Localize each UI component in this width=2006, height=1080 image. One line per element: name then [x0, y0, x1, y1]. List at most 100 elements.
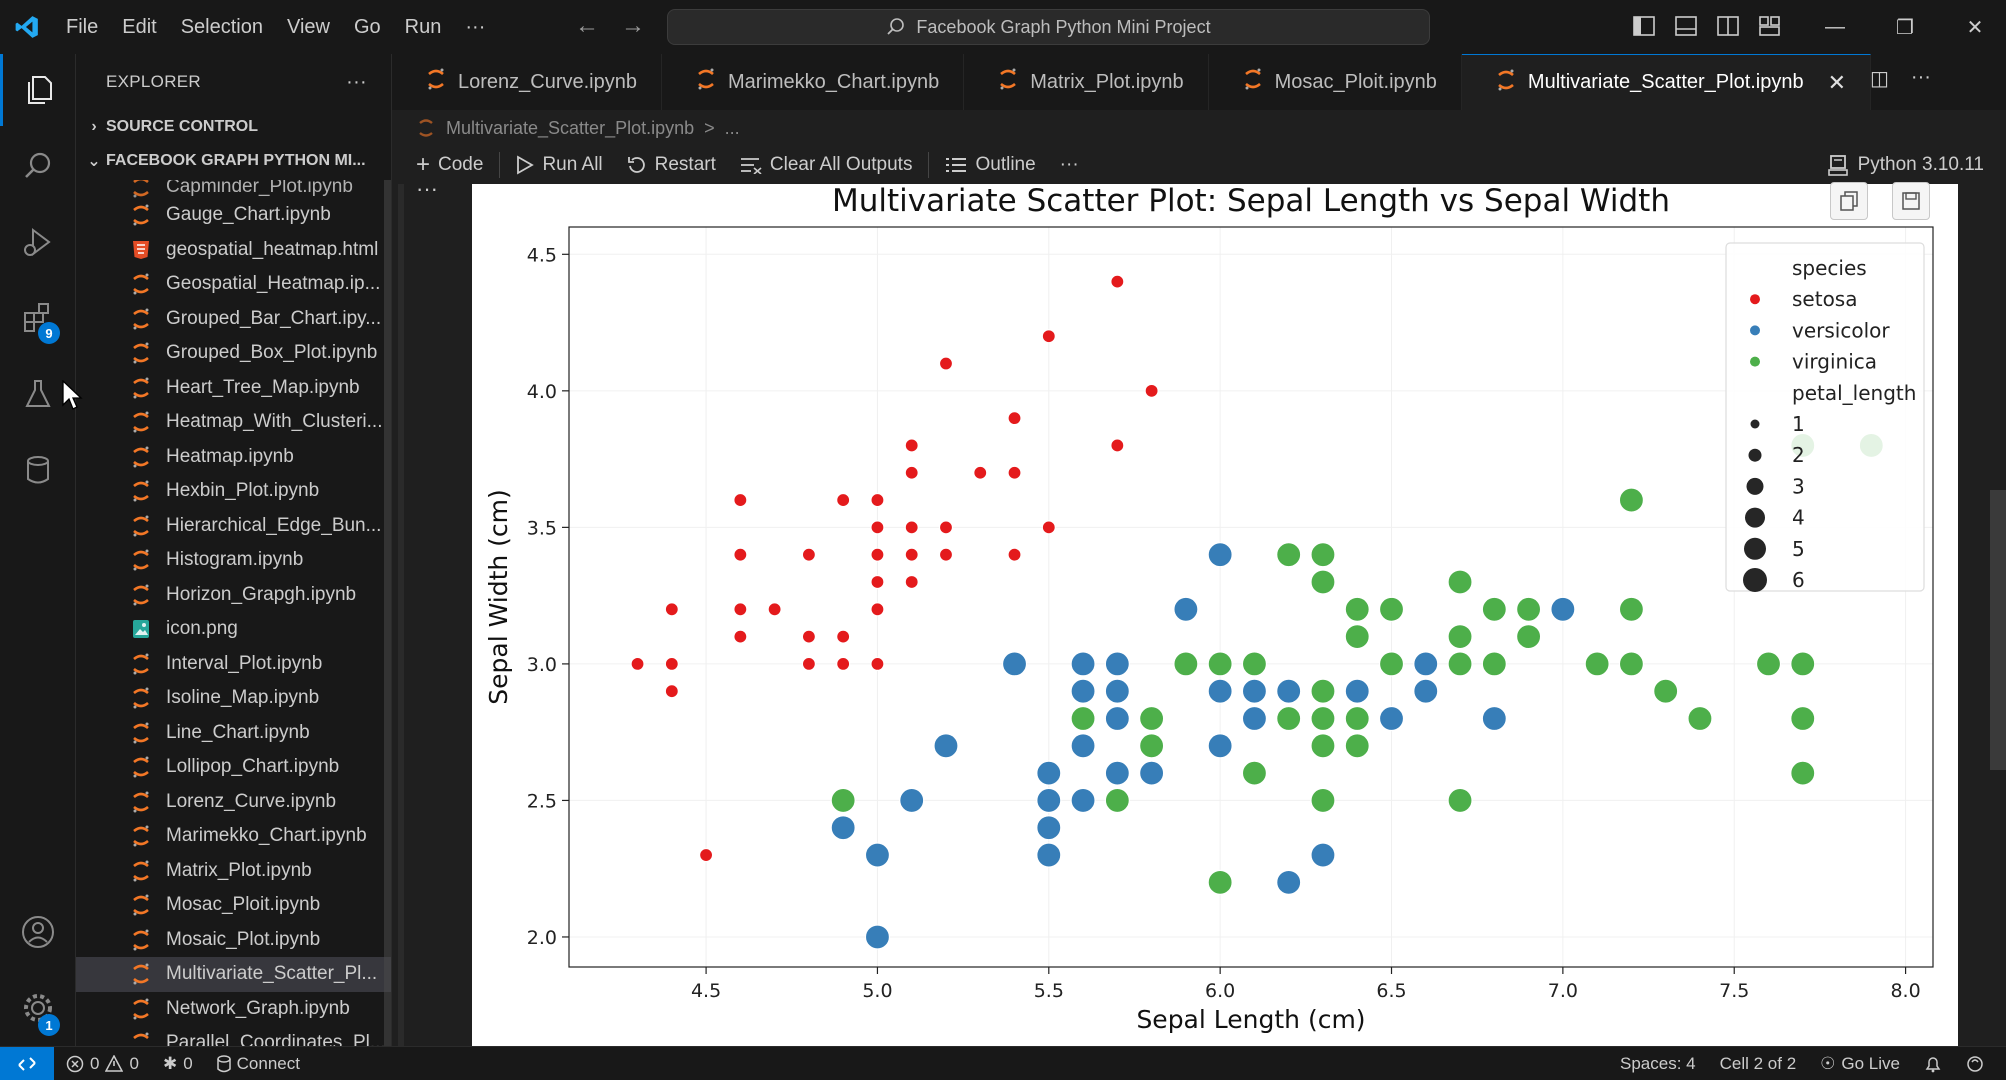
toggle-panel-icon[interactable] — [1672, 12, 1700, 40]
menu-run[interactable]: Run — [393, 16, 454, 39]
cell-execution-bar[interactable] — [398, 184, 404, 1046]
legend-size-title: petal_length — [1792, 381, 1916, 405]
go-live-button[interactable]: ☉ Go Live — [1808, 1047, 1912, 1080]
cell-more-button[interactable]: ··· — [416, 176, 438, 202]
command-center[interactable]: Facebook Graph Python Mini Project — [667, 9, 1430, 45]
toggle-primary-sidebar-icon[interactable] — [1630, 12, 1658, 40]
data-point-virginica — [1207, 869, 1233, 895]
notebook-file-icon — [130, 653, 152, 675]
more-actions-icon[interactable]: ··· — [1911, 66, 1931, 91]
menu-view[interactable]: View — [275, 16, 342, 39]
file-item[interactable]: Line_Chart.ipynb — [76, 716, 391, 751]
search-icon[interactable] — [0, 130, 76, 202]
explorer-icon[interactable] — [0, 54, 76, 126]
forward-arrow-icon[interactable]: → — [621, 12, 645, 40]
file-item[interactable]: Interval_Plot.ipynb — [76, 647, 391, 682]
menu-go[interactable]: Go — [342, 16, 393, 39]
data-point-setosa — [698, 847, 714, 863]
editor-tab[interactable]: Matrix_Plot.ipynb — [964, 54, 1209, 110]
editor-tab[interactable]: Lorenz_Curve.ipynb — [392, 54, 662, 110]
file-item[interactable]: Matrix_Plot.ipynb — [76, 854, 391, 889]
editor-tab[interactable]: Marimekko_Chart.ipynb — [662, 54, 965, 110]
source-control-section[interactable]: › SOURCE CONTROL — [76, 110, 391, 144]
data-point-virginica — [1481, 596, 1507, 622]
restore-icon[interactable]: ❐ — [1870, 0, 1940, 54]
ports-status[interactable]: ✱ 0 — [151, 1047, 205, 1080]
file-item[interactable]: Hierarchical_Edge_Bun... — [76, 509, 391, 544]
extensions-icon[interactable]: 9 — [0, 282, 76, 354]
data-point-virginica — [1378, 596, 1405, 622]
file-item[interactable]: Network_Graph.ipynb — [76, 992, 391, 1027]
file-item[interactable]: Isoline_Map.ipynb — [76, 681, 391, 716]
manage-gear-icon[interactable]: 1 — [0, 972, 76, 1044]
outline-button[interactable]: Outline — [933, 146, 1047, 184]
file-item[interactable]: Parallel_Coordinates_Pl... — [76, 1026, 391, 1046]
legend-size-marker — [1744, 537, 1766, 560]
editor-scrollbar[interactable] — [1990, 490, 2006, 770]
run-debug-icon[interactable] — [0, 206, 76, 278]
feedback-icon[interactable] — [1954, 1047, 1996, 1080]
back-arrow-icon[interactable]: ← — [575, 12, 599, 40]
file-item[interactable]: Capminder_Plot.ipynb — [76, 180, 391, 198]
split-editor-icon[interactable]: ◫ — [1870, 66, 1889, 91]
tab-close-icon[interactable]: ✕ — [1828, 70, 1846, 96]
file-item[interactable]: Grouped_Bar_Chart.ipy... — [76, 302, 391, 337]
restart-label: Restart — [654, 154, 716, 175]
file-item[interactable]: Mosaic_Plot.ipynb — [76, 923, 391, 958]
code-label: Code — [438, 154, 484, 175]
toggle-secondary-sidebar-icon[interactable] — [1714, 12, 1742, 40]
copy-output-icon[interactable] — [1830, 182, 1868, 220]
data-point-virginica — [1447, 569, 1473, 595]
file-item[interactable]: Hexbin_Plot.ipynb — [76, 474, 391, 509]
cell-position-status[interactable]: Cell 2 of 2 — [1708, 1047, 1809, 1080]
data-point-versicolor — [1070, 787, 1096, 814]
database-icon[interactable] — [0, 434, 76, 506]
editor-tab[interactable]: Mosac_Ploit.ipynb — [1209, 54, 1462, 110]
file-item[interactable]: geospatial_heatmap.html — [76, 233, 391, 268]
file-item[interactable]: Heart_Tree_Map.ipynb — [76, 371, 391, 406]
restart-button[interactable]: Restart — [615, 146, 728, 184]
file-item[interactable]: Grouped_Box_Plot.ipynb — [76, 336, 391, 371]
breadcrumb: Multivariate_Scatter_Plot.ipynb > ... — [392, 110, 740, 146]
close-icon[interactable]: ✕ — [1940, 0, 2006, 54]
menu-file[interactable]: File — [54, 16, 110, 39]
account-icon[interactable] — [0, 896, 76, 968]
notifications-bell-icon[interactable] — [1912, 1047, 1954, 1080]
file-item[interactable]: Lollipop_Chart.ipynb — [76, 750, 391, 785]
breadcrumb-file[interactable]: Multivariate_Scatter_Plot.ipynb — [446, 118, 694, 139]
save-output-icon[interactable] — [1892, 182, 1930, 220]
data-point-virginica — [1344, 733, 1370, 759]
problems-status[interactable]: 0 0 — [54, 1047, 151, 1080]
file-item[interactable]: Heatmap_With_Clusteri... — [76, 405, 391, 440]
editor-tab[interactable]: Multivariate_Scatter_Plot.ipynb ✕ — [1461, 54, 1872, 110]
toolbar-more-button[interactable]: ··· — [1048, 146, 1091, 184]
file-item[interactable]: Multivariate_Scatter_Pl... — [76, 957, 391, 992]
file-item[interactable]: icon.png — [76, 612, 391, 647]
file-item[interactable]: Heatmap.ipynb — [76, 440, 391, 475]
sidebar-scrollbar[interactable] — [384, 180, 391, 1046]
file-item[interactable]: Histogram.ipynb — [76, 543, 391, 578]
explorer-more-button[interactable]: ··· — [346, 71, 367, 94]
file-item[interactable]: Geospatial_Heatmap.ip... — [76, 267, 391, 302]
file-name: Capminder_Plot.ipynb — [166, 180, 353, 197]
clear-all-outputs-button[interactable]: Clear All Outputs — [728, 146, 925, 184]
menu-more[interactable]: ··· — [453, 16, 497, 39]
connect-status[interactable]: Connect — [205, 1047, 312, 1080]
minimize-icon[interactable]: — — [1800, 0, 1870, 54]
run-all-button[interactable]: Run All — [504, 146, 614, 184]
indentation-status[interactable]: Spaces: 4 — [1608, 1047, 1708, 1080]
file-item[interactable]: Mosac_Ploit.ipynb — [76, 888, 391, 923]
customize-layout-icon[interactable] — [1756, 12, 1784, 40]
menu-edit[interactable]: Edit — [110, 16, 168, 39]
menu-selection[interactable]: Selection — [169, 16, 275, 39]
remote-indicator-icon[interactable] — [0, 1046, 54, 1080]
file-item[interactable]: Marimekko_Chart.ipynb — [76, 819, 391, 854]
kernel-picker[interactable]: Python 3.10.11 — [1827, 146, 1984, 184]
file-item[interactable]: Lorenz_Curve.ipynb — [76, 785, 391, 820]
breadcrumb-rest[interactable]: ... — [725, 118, 740, 139]
file-item[interactable]: Horizon_Grapgh.ipynb — [76, 578, 391, 613]
file-item[interactable]: Gauge_Chart.ipynb — [76, 198, 391, 233]
folder-section[interactable]: ⌄ FACEBOOK GRAPH PYTHON MI... — [76, 144, 391, 178]
x-tick-label: 8.0 — [1890, 980, 1920, 1002]
notebook-file-icon — [130, 308, 152, 330]
